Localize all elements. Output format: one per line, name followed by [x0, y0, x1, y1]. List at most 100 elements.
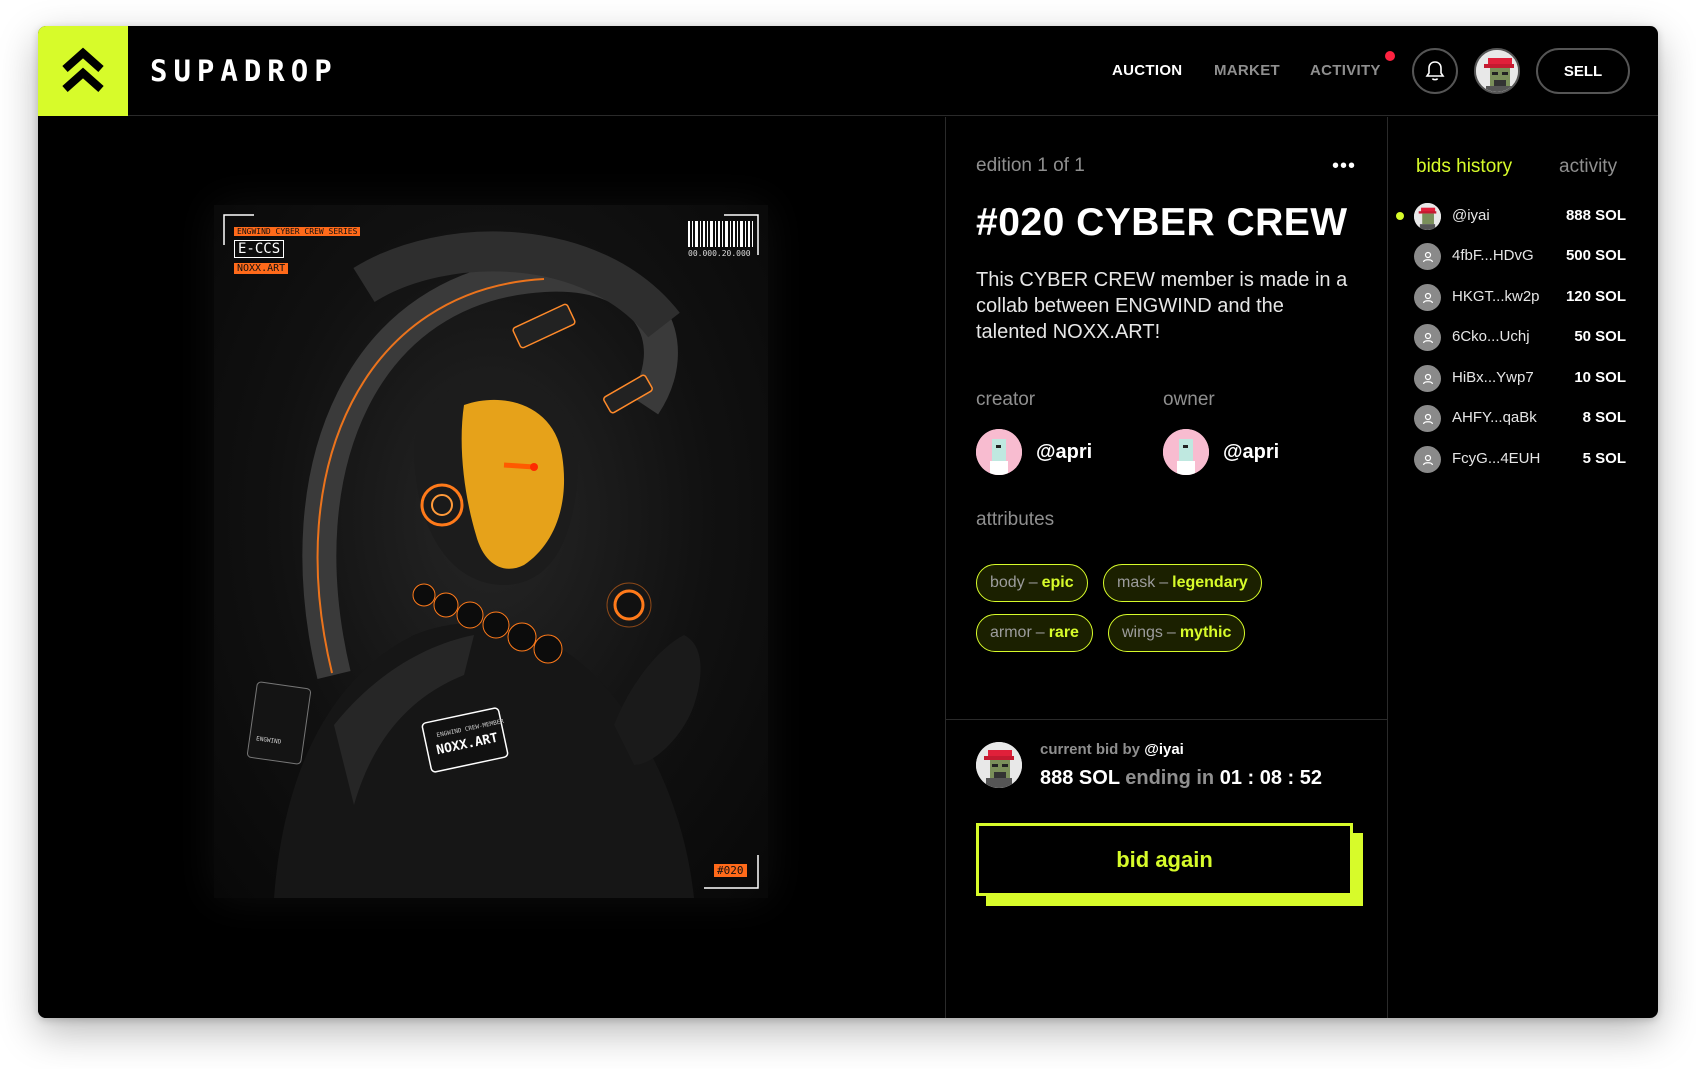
latest-bid-indicator	[1396, 212, 1404, 220]
attribute-chip-armor[interactable]: armor – rare	[976, 614, 1093, 652]
bid-row[interactable]: 6Cko...Uchj 50 SOL	[1388, 322, 1658, 352]
user-icon	[1422, 413, 1433, 424]
creator-avatar	[976, 429, 1022, 475]
bids-panel: bids history activity @iyai 888 SOL 4fbF…	[1388, 117, 1658, 1018]
bidder-name: HiBx...Ywp7	[1452, 369, 1534, 386]
user-icon	[1422, 292, 1433, 303]
owner-avatar	[1163, 429, 1209, 475]
bid-row[interactable]: FcyG...4EUH 5 SOL	[1388, 444, 1658, 474]
bid-amount: 10 SOL	[1574, 369, 1626, 386]
attribute-key: body	[990, 574, 1025, 591]
bid-amount: 500 SOL	[1565, 247, 1626, 264]
tab-activity[interactable]: activity	[1559, 156, 1617, 178]
nft-artwork[interactable]: ENGWIND CYBER CREW SERIES E-CCS NOXX.ART…	[214, 205, 768, 898]
double-chevron-up-icon	[62, 47, 104, 92]
more-options-icon[interactable]: •••	[1332, 155, 1356, 178]
pixel-avatar-icon	[976, 429, 1022, 475]
current-bid-amount: 888 SOL	[1040, 767, 1120, 789]
attributes-label: attributes	[976, 509, 1055, 530]
creator-label: creator	[976, 389, 1036, 410]
punk-avatar-icon	[976, 742, 1022, 788]
bid-amount: 8 SOL	[1582, 409, 1626, 426]
bidder-avatar	[1414, 405, 1441, 432]
app-window: SUPADROP AUCTION MARKET ACTIVITY SELL EN…	[38, 26, 1658, 1018]
top-header: SUPADROP AUCTION MARKET ACTIVITY SELL	[38, 26, 1658, 116]
brand-name[interactable]: SUPADROP	[150, 54, 338, 88]
artist-tag: NOXX.ART	[234, 263, 289, 274]
bidder-name: 4fbF...HDvG	[1452, 247, 1534, 264]
creator-name: @apri	[1036, 440, 1093, 463]
edition-label: edition 1 of 1	[976, 155, 1085, 176]
bidder-avatar	[1414, 284, 1441, 311]
bidder-avatar	[1414, 243, 1441, 270]
attribute-chip-body[interactable]: body – epic	[976, 564, 1088, 602]
user-icon	[1422, 454, 1433, 465]
nav-activity[interactable]: ACTIVITY	[1310, 62, 1381, 79]
attribute-value: legendary	[1172, 574, 1248, 591]
current-bid-prefix: current bid by	[1040, 741, 1141, 758]
barcode-text: 00.000.20.000	[688, 249, 751, 258]
cyber-crew-illustration	[223, 214, 759, 898]
bidder-name: HKGT...kw2p	[1452, 288, 1540, 305]
attribute-key: wings	[1122, 624, 1163, 641]
notification-dot	[1385, 51, 1395, 61]
logo[interactable]	[38, 26, 128, 116]
bid-row[interactable]: AHFY...qaBk 8 SOL	[1388, 403, 1658, 433]
bid-amount: 120 SOL	[1565, 288, 1626, 305]
current-bidder-name[interactable]: @iyai	[1144, 741, 1184, 758]
bid-row[interactable]: 4fbF...HDvG 500 SOL	[1388, 241, 1658, 271]
item-description: This CYBER CREW member is made in a coll…	[976, 269, 1348, 343]
current-bid-summary: 888 SOL ending in 01 : 08 : 52	[1040, 767, 1322, 790]
tab-bids-history[interactable]: bids history	[1416, 156, 1512, 178]
attribute-value: mythic	[1179, 624, 1232, 641]
punk-avatar-icon	[1414, 203, 1441, 230]
attribute-chip-mask[interactable]: mask – legendary	[1103, 564, 1262, 602]
sell-button[interactable]: SELL	[1536, 48, 1630, 94]
attribute-separator: –	[1166, 624, 1176, 641]
item-title: #020 CYBER CREW	[976, 201, 1348, 244]
bid-row[interactable]: HiBx...Ywp7 10 SOL	[1388, 363, 1658, 393]
bidder-avatar	[1414, 203, 1441, 230]
series-label: ENGWIND CYBER CREW SERIES	[234, 227, 361, 236]
bid-again-button[interactable]: bid again	[976, 823, 1353, 896]
attribute-key: armor	[990, 624, 1032, 641]
user-icon	[1422, 373, 1433, 384]
owner-name: @apri	[1223, 440, 1280, 463]
pixel-avatar-icon	[1163, 429, 1209, 475]
bid-row[interactable]: HKGT...kw2p 120 SOL	[1388, 282, 1658, 312]
artwork-panel: ENGWIND CYBER CREW SERIES E-CCS NOXX.ART…	[38, 117, 945, 1018]
attribute-separator: –	[1028, 574, 1038, 591]
attribute-separator: –	[1035, 624, 1045, 641]
bidder-avatar	[1414, 365, 1441, 392]
item-details-panel: edition 1 of 1 ••• #020 CYBER CREW This …	[946, 117, 1387, 1018]
current-bidder-avatar[interactable]	[976, 742, 1022, 788]
bell-icon	[1425, 61, 1445, 81]
number-tag: #020	[714, 864, 747, 877]
attribute-separator: –	[1159, 574, 1169, 591]
bidder-avatar	[1414, 324, 1441, 351]
ending-label: ending in	[1125, 767, 1215, 789]
creator[interactable]: @apri	[976, 429, 1092, 475]
notifications-button[interactable]	[1412, 48, 1458, 94]
bidder-name: FcyG...4EUH	[1452, 450, 1541, 467]
attribute-key: mask	[1117, 574, 1156, 591]
bidder-name: AHFY...qaBk	[1452, 409, 1537, 426]
series-code: E-CCS	[234, 240, 285, 258]
bid-amount: 888 SOL	[1565, 207, 1626, 224]
bidder-avatar	[1414, 446, 1441, 473]
owner-label: owner	[1163, 389, 1215, 410]
section-divider	[946, 719, 1387, 720]
bid-row[interactable]: @iyai 888 SOL	[1388, 201, 1658, 231]
current-bid-caption: current bid by @iyai	[1040, 741, 1184, 758]
punk-avatar-icon	[1476, 50, 1518, 92]
nav-auction[interactable]: AUCTION	[1112, 62, 1182, 79]
owner[interactable]: @apri	[1163, 429, 1279, 475]
nav-market[interactable]: MARKET	[1214, 62, 1280, 79]
user-icon	[1422, 332, 1433, 343]
attribute-value: epic	[1041, 574, 1074, 591]
user-icon	[1422, 251, 1433, 262]
countdown-timer: 01 : 08 : 52	[1219, 767, 1322, 789]
attribute-chip-wings[interactable]: wings – mythic	[1108, 614, 1246, 652]
user-avatar[interactable]	[1474, 48, 1520, 94]
bid-amount: 50 SOL	[1574, 328, 1626, 345]
